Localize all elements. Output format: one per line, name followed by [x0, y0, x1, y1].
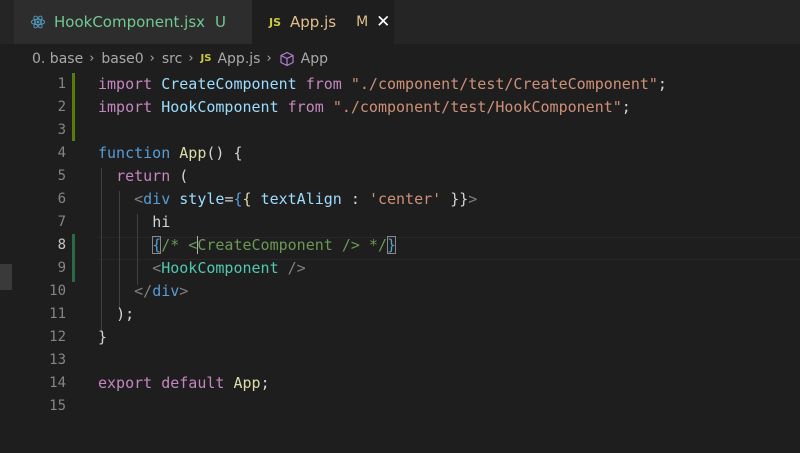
react-icon: [30, 15, 46, 29]
code-text: <div style={{ textAlign : 'center' }}>: [134, 190, 478, 208]
code-line: 9 <HookComponent />: [0, 257, 800, 280]
line-number: 4: [57, 145, 66, 161]
js-icon: JS: [200, 53, 212, 64]
bracket-match: {: [152, 236, 162, 254]
code-text: function App() {: [98, 144, 243, 162]
breadcrumb-item-src[interactable]: src: [162, 51, 182, 67]
line-number: 12: [49, 329, 66, 345]
code-line: 10 </div>: [0, 280, 800, 303]
code-text: }: [98, 328, 108, 346]
code-text: import HookComponent from "./component/t…: [98, 98, 631, 116]
chevron-right-icon: ›: [266, 51, 272, 66]
line-number: 3: [57, 122, 66, 138]
code-line: 13: [0, 349, 800, 372]
line-number: 15: [49, 398, 66, 414]
code-line: 1 import CreateComponent from "./compone…: [0, 73, 800, 96]
line-number: 8: [57, 237, 66, 253]
code-text: export default App;: [98, 374, 270, 392]
code-line: 4 function App() {: [0, 142, 800, 165]
code-text: hi: [152, 213, 171, 231]
tab-app-js[interactable]: JS App.js M ✕: [252, 0, 394, 44]
line-number: 6: [57, 191, 66, 207]
chevron-right-icon: ›: [188, 51, 194, 66]
tab-status-modified: M: [356, 14, 369, 30]
line-number: 1: [57, 76, 66, 92]
code-line: 6 <div style={{ textAlign : 'center' }}>: [0, 188, 800, 211]
code-text: </div>: [134, 282, 189, 300]
code-line: 2 import HookComponent from "./component…: [0, 96, 800, 119]
glyph-margin-marker: [0, 264, 12, 290]
breadcrumb-item-base[interactable]: 0. base: [32, 51, 83, 67]
code-text: {/* <CreateComponent /> */}: [152, 235, 397, 254]
code-text: import CreateComponent from "./component…: [98, 75, 667, 93]
line-number: 13: [49, 352, 66, 368]
breadcrumb-item-app-symbol[interactable]: App: [301, 51, 328, 67]
breadcrumb: 0. base › base0 › src › JS App.js › App: [0, 44, 800, 73]
breadcrumb-item-base0[interactable]: base0: [101, 51, 143, 67]
js-icon: JS: [269, 15, 282, 29]
line-number: 7: [57, 214, 66, 230]
breadcrumb-item-app-js[interactable]: App.js: [217, 51, 260, 67]
code-line: 7 hi: [0, 211, 800, 234]
code-line: 11 );: [0, 303, 800, 326]
tab-status-untracked: U: [215, 13, 227, 31]
code-editor[interactable]: 1 import CreateComponent from "./compone…: [0, 73, 800, 453]
tab-hookcomponent[interactable]: HookComponent.jsx U: [14, 0, 252, 44]
tab-label: App.js: [290, 13, 337, 31]
line-number: 2: [57, 99, 66, 115]
line-number: 5: [57, 168, 66, 184]
code-line: 15: [0, 395, 800, 418]
tab-label: HookComponent.jsx: [54, 13, 206, 31]
code-line-current: 8 {/* <CreateComponent /> */}: [0, 234, 800, 257]
code-text: );: [116, 305, 135, 323]
chevron-right-icon: ›: [89, 51, 95, 66]
code-line: 5 return (: [0, 165, 800, 188]
code-line: 12 }: [0, 326, 800, 349]
code-text: return (: [116, 167, 189, 185]
close-icon[interactable]: ✕: [376, 12, 390, 32]
bracket-match: }: [387, 236, 397, 254]
line-number: 11: [49, 306, 66, 322]
symbol-cube-icon: [280, 51, 294, 66]
code-text: <HookComponent />: [152, 259, 306, 277]
code-line: 14 export default App;: [0, 372, 800, 395]
line-number: 14: [49, 375, 66, 391]
chevron-right-icon: ›: [149, 51, 155, 66]
tab-bar: HookComponent.jsx U JS App.js M ✕: [0, 0, 800, 44]
code-line: 3: [0, 119, 800, 142]
